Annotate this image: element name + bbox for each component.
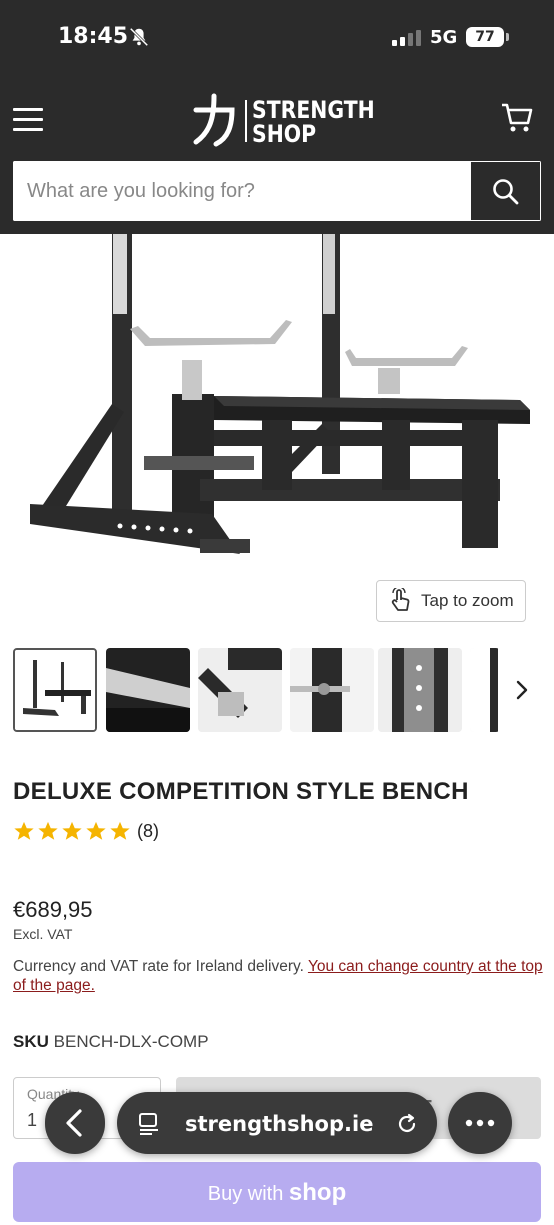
battery-icon: 77 <box>466 27 509 47</box>
review-count: (8) <box>137 820 159 841</box>
thumbnail-image <box>378 648 462 732</box>
reader-icon <box>139 1113 158 1135</box>
thumbnail-carousel <box>0 648 554 738</box>
more-icon <box>465 1119 495 1127</box>
back-button[interactable] <box>45 1092 105 1154</box>
signal-icon <box>392 30 421 46</box>
star-icon <box>14 821 34 840</box>
buy-with-label: Buy with <box>207 1183 284 1205</box>
bell-off-icon <box>129 27 149 47</box>
product-price: €689,95 <box>13 897 93 922</box>
currency-note: Currency and VAT rate for Ireland delive… <box>13 957 543 995</box>
logo-divider <box>245 100 247 142</box>
logo-mark-icon <box>193 93 235 147</box>
thumbnail-1[interactable] <box>13 648 97 732</box>
vat-note: Excl. VAT <box>13 926 73 942</box>
thumbnail-5[interactable] <box>378 648 462 732</box>
url-text: strengthshop.ie <box>185 1112 374 1136</box>
zoom-hand-icon <box>391 588 410 611</box>
tap-to-zoom-button[interactable]: Tap to zoom <box>376 580 526 622</box>
clock: 18:45 <box>58 24 129 49</box>
sku: SKU BENCH-DLX-COMP <box>13 1032 209 1052</box>
star-icon <box>38 821 58 840</box>
logo-text: STRENGTH SHOP <box>252 98 375 146</box>
more-button[interactable] <box>448 1092 512 1154</box>
reload-icon[interactable] <box>395 1112 419 1136</box>
logo-line-2: SHOP <box>252 120 317 148</box>
thumbnail-image <box>106 648 190 732</box>
search-icon <box>493 179 519 205</box>
buy-with-shop-button[interactable]: Buy with shop <box>13 1162 541 1222</box>
shop-brand: shop <box>288 1179 347 1206</box>
thumbnail-image <box>15 650 95 730</box>
star-icon <box>110 821 130 840</box>
network-type: 5G <box>430 27 458 48</box>
thumbnail-6[interactable] <box>470 648 500 732</box>
site-header: STRENGTH SHOP <box>0 78 554 234</box>
sku-label: SKU <box>13 1032 49 1051</box>
search-bar <box>13 161 541 221</box>
thumbnail-3[interactable] <box>198 648 282 732</box>
address-bar[interactable]: strengthshop.ie <box>117 1092 437 1154</box>
browser-toolbar: strengthshop.ie <box>0 1092 554 1162</box>
sku-value: BENCH-DLX-COMP <box>53 1032 209 1051</box>
product-rating[interactable]: (8) <box>13 820 159 842</box>
thumbnail-4[interactable] <box>290 648 374 732</box>
star-icon <box>86 821 106 840</box>
star-icon <box>62 821 82 840</box>
thumbnail-image <box>290 648 374 732</box>
thumbnail-image <box>198 648 282 732</box>
logo-line-1: STRENGTH <box>252 96 375 124</box>
thumbnail-image <box>470 648 500 732</box>
menu-icon[interactable] <box>13 108 43 132</box>
search-button[interactable] <box>471 161 541 221</box>
site-logo[interactable]: STRENGTH SHOP <box>192 92 375 150</box>
back-icon <box>66 1109 82 1137</box>
status-bar: 18:45 5G 77 <box>0 0 554 78</box>
chevron-right-icon[interactable] <box>510 678 534 702</box>
product-title: DELUXE COMPETITION STYLE BENCH <box>13 778 469 805</box>
search-input[interactable] <box>13 161 471 221</box>
currency-note-text: Currency and VAT rate for Ireland delive… <box>13 958 308 975</box>
tap-to-zoom-label: Tap to zoom <box>421 591 514 610</box>
cart-icon[interactable] <box>500 100 534 134</box>
thumbnail-2[interactable] <box>106 648 190 732</box>
